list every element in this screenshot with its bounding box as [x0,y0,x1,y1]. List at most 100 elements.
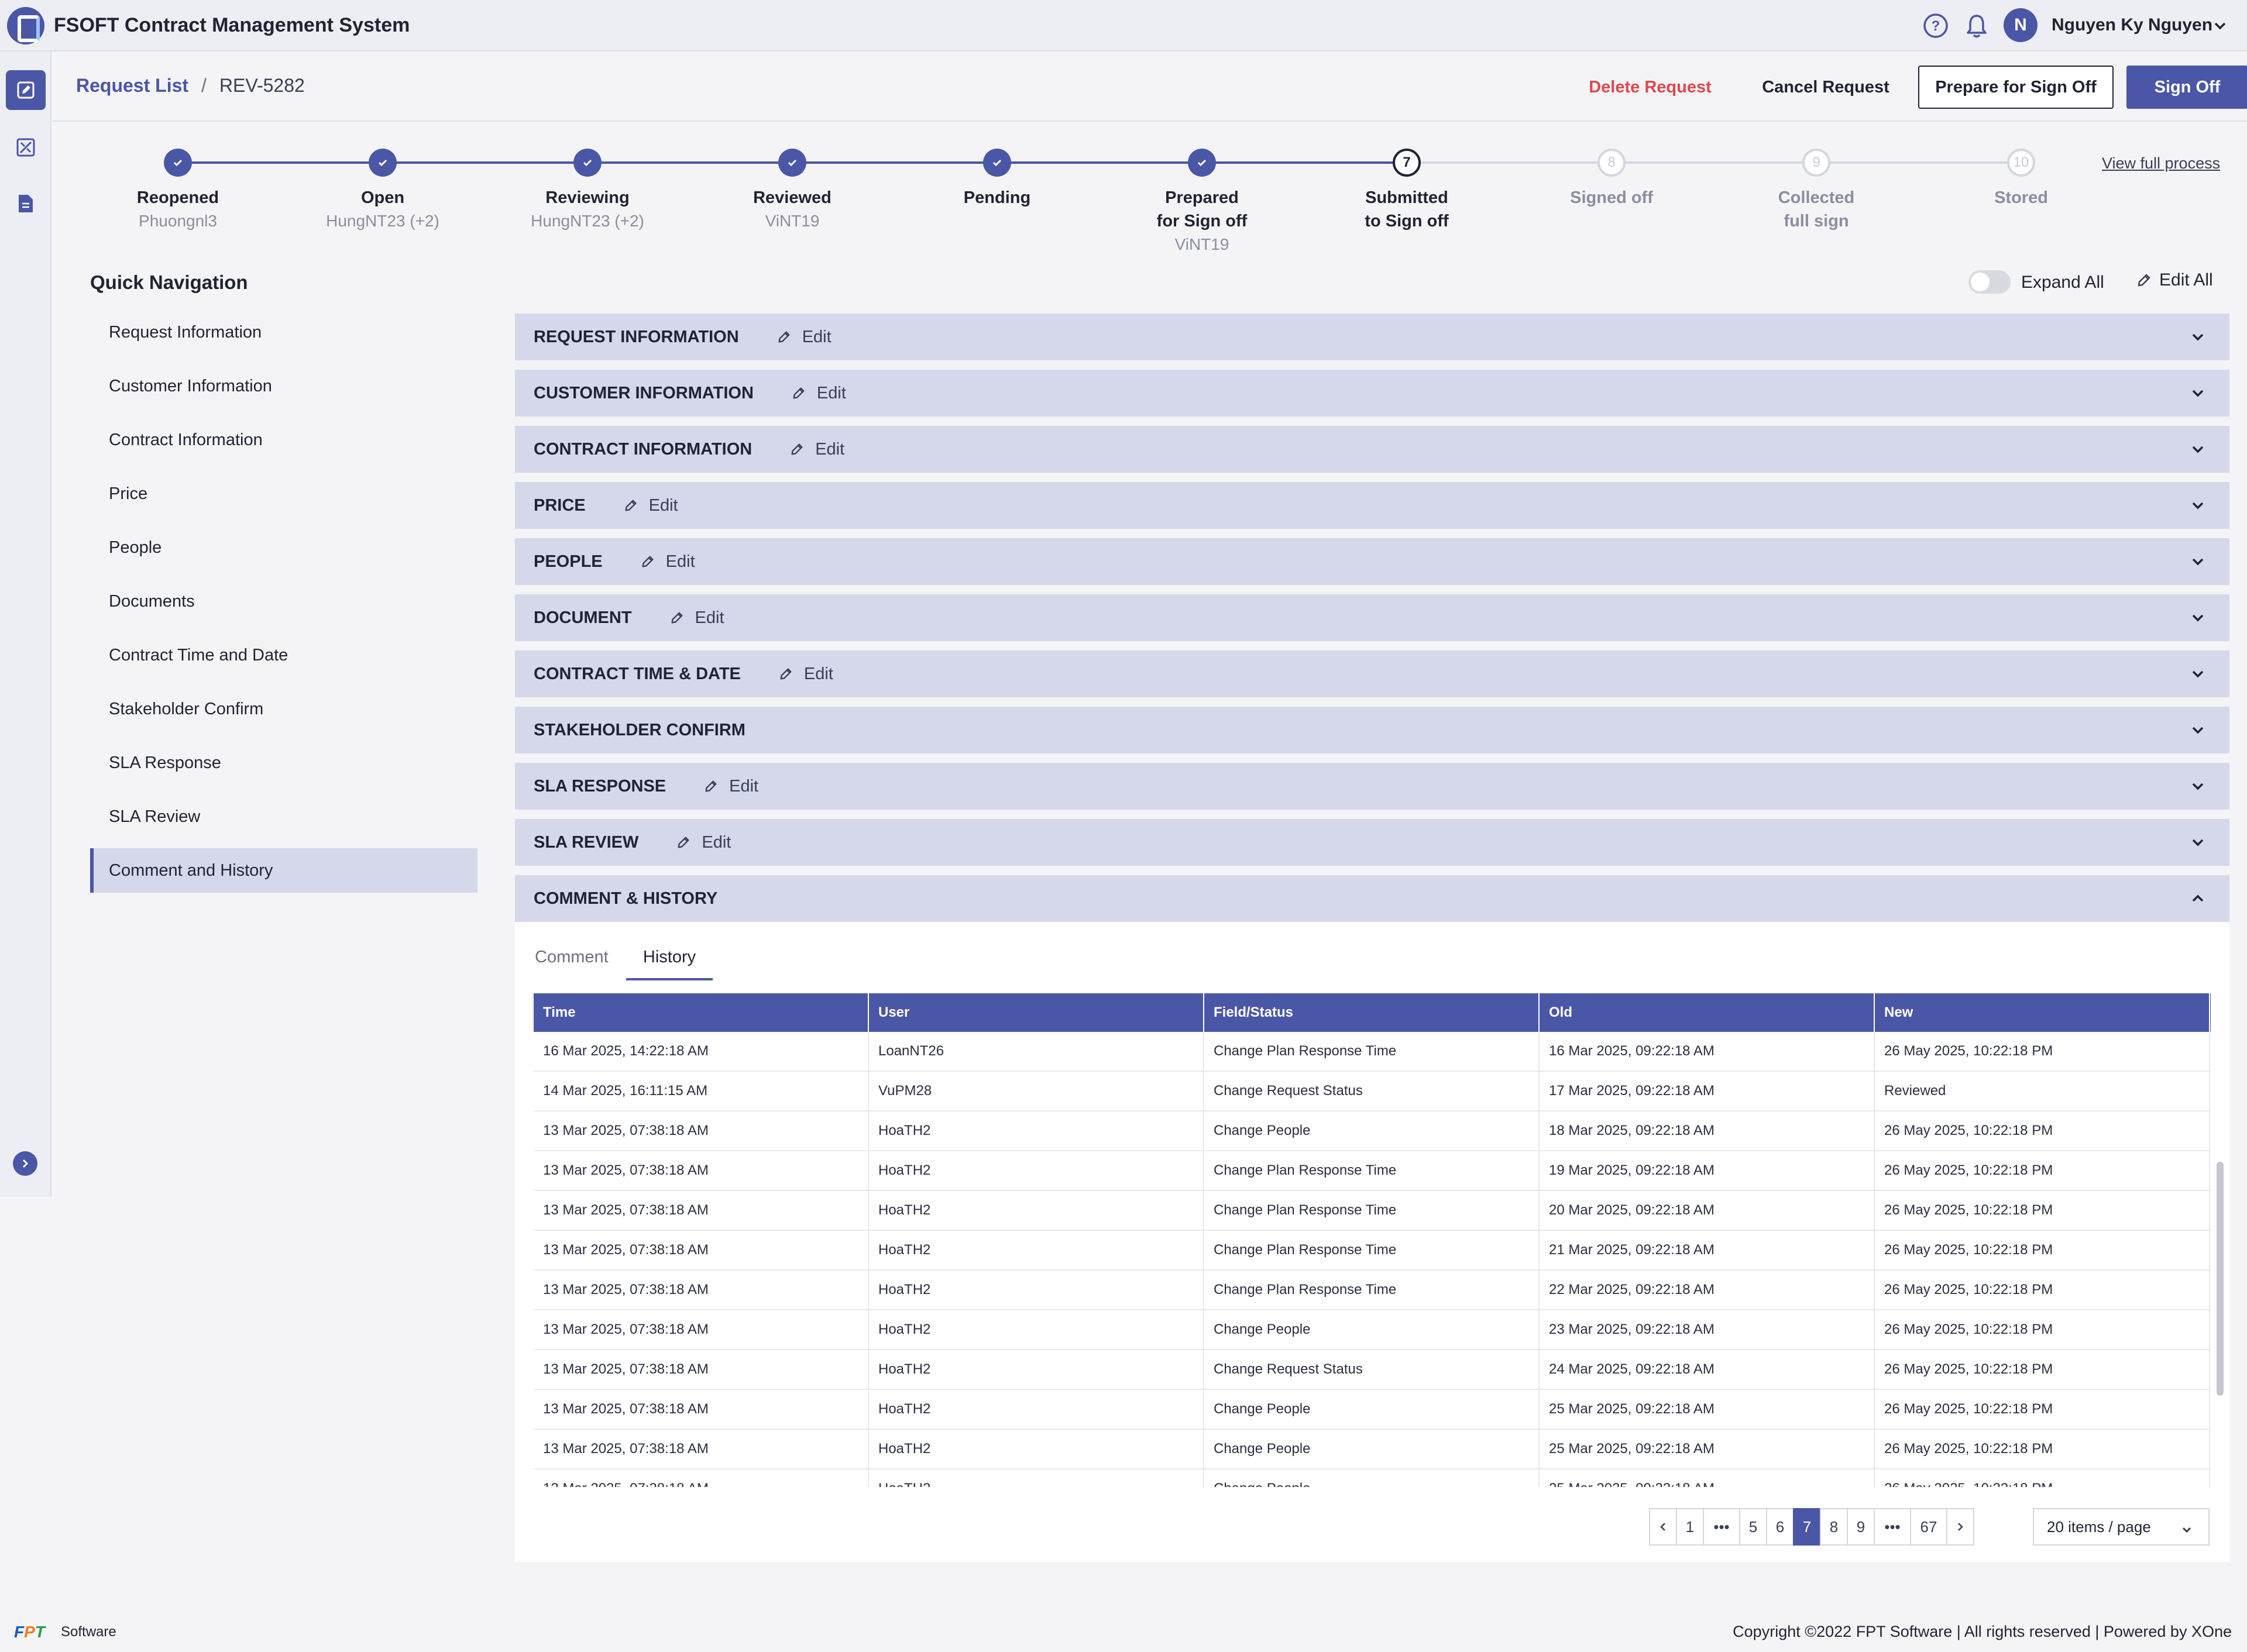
page-button[interactable]: 9 [1847,1508,1875,1546]
quick-nav-item[interactable]: SLA Review [90,794,477,839]
chevron-down-icon[interactable] [2190,722,2206,741]
table-row[interactable]: 13 Mar 2025, 07:38:18 AM HoaTH2 Change Pla… [534,1151,2211,1191]
table-row[interactable]: 13 Mar 2025, 07:38:18 AM HoaTH2 Change Pla… [534,1271,2211,1310]
quick-nav-item[interactable]: Customer Information [90,364,477,408]
column-header[interactable]: Time [534,993,869,1032]
section-edit-button[interactable]: Edit [789,440,844,459]
step-label: Signed off [1570,188,1653,207]
chevron-down-icon[interactable] [2190,385,2206,404]
table-cell: 19 Mar 2025, 09:22:18 AM [1540,1151,1875,1190]
page-ellipsis[interactable]: ••• [1703,1508,1740,1546]
contract-edit-icon[interactable] [6,70,46,110]
chevron-down-icon[interactable] [2212,18,2228,37]
prev-page-icon[interactable] [1649,1508,1677,1546]
comment-history-section-header[interactable]: COMMENT & HISTORY [515,875,2229,922]
section-header[interactable]: PEOPLE Edit [515,538,2229,585]
chevron-down-icon[interactable] [2190,834,2206,853]
breadcrumb-request-list[interactable]: Request List [76,75,188,96]
table-scrollbar[interactable] [2217,1162,2224,1652]
quick-nav-item[interactable]: Price [90,471,477,516]
chevron-down-icon[interactable] [2190,329,2206,348]
chevron-down-icon[interactable] [2190,497,2206,517]
table-row[interactable]: 13 Mar 2025, 07:38:18 AM HoaTH2 Change Pla… [534,1231,2211,1271]
quick-nav-item[interactable]: Stakeholder Confirm [90,687,477,731]
table-row[interactable]: 13 Mar 2025, 07:38:18 AMHoaTH2Change Peo… [534,1111,2211,1151]
page-button[interactable]: 6 [1766,1508,1794,1546]
table-cell: 26 May 2025, 10:22:18 PM [1875,1032,2210,1071]
page-button[interactable]: 7 [1793,1508,1821,1546]
chevron-down-icon[interactable] [2190,666,2206,685]
table-header: Time User Field/Status Old New [534,993,2211,1032]
table-row[interactable]: 13 Mar 2025, 07:38:18 AMHoaTH2Change Peo… [534,1469,2211,1487]
table-cell: 13 Mar 2025, 07:38:18 AM [534,1111,869,1150]
quick-nav-item[interactable]: Documents [90,579,477,624]
section-edit-button[interactable]: Edit [777,328,832,347]
document-icon[interactable] [6,184,46,223]
column-header[interactable]: User [869,993,1204,1032]
table-row[interactable]: 14 Mar 2025, 16:11:15 AM VuPM28 Change Req… [534,1072,2211,1111]
expand-all-toggle[interactable] [1968,270,2011,294]
app-logo-icon[interactable] [7,7,44,44]
section-edit-button[interactable]: Edit [703,777,758,796]
quick-nav-item[interactable]: Contract Time and Date [90,633,477,677]
table-row[interactable]: 13 Mar 2025, 07:38:18 AM HoaTH2 Change Pla… [534,1191,2211,1231]
table-cell: 13 Mar 2025, 07:38:18 AM [534,1151,869,1190]
help-icon[interactable]: ? [1923,13,1949,39]
section-edit-button[interactable]: Edit [669,608,724,628]
section-header[interactable]: PRICE Edit [515,482,2229,529]
cancel-request-button[interactable]: Cancel Request [1750,66,1902,109]
prepare-sign-off-button[interactable]: Prepare for Sign Off [1918,66,2114,109]
table-row[interactable]: 13 Mar 2025, 07:38:18 AMHoaTH2Change Peo… [534,1310,2211,1350]
section-edit-button[interactable]: Edit [791,384,846,403]
column-header[interactable]: New [1875,993,2210,1032]
section-edit-button[interactable]: Edit [676,833,731,852]
avatar[interactable]: N [2004,8,2038,42]
expand-sidebar-icon[interactable] [13,1151,37,1176]
section-header[interactable]: CONTRACT INFORMATION Edit [515,426,2229,473]
section-edit-button[interactable]: Edit [623,496,678,515]
section-header[interactable]: CUSTOMER INFORMATION Edit [515,370,2229,417]
user-name[interactable]: Nguyen Ky Nguyen [2052,15,2212,35]
section-header[interactable]: REQUEST INFORMATION Edit [515,314,2229,360]
chevron-down-icon [2180,1522,2193,1540]
table-row[interactable]: 13 Mar 2025, 07:38:18 AM HoaTH2 Change Req… [534,1350,2211,1390]
page-button[interactable]: 5 [1739,1508,1767,1546]
table-row[interactable]: 16 Mar 2025, 14:22:18 AM LoanNT26 Change P… [534,1032,2211,1072]
scrollbar-thumb[interactable] [2217,1162,2224,1396]
next-page-icon[interactable] [1946,1508,1974,1546]
quick-nav-item[interactable]: Comment and History [90,848,477,893]
page-button[interactable]: 67 [1910,1508,1947,1546]
section-header[interactable]: SLA RESPONSE Edit [515,763,2229,810]
bell-icon[interactable] [1964,13,1990,39]
chevron-up-icon[interactable] [2190,890,2206,910]
chevron-down-icon[interactable] [2190,441,2206,460]
column-header[interactable]: Field/Status [1204,993,1540,1032]
quick-nav-item[interactable]: Request Information [90,310,477,355]
quick-nav-item[interactable]: SLA Response [90,741,477,785]
section-header[interactable]: CONTRACT TIME & DATE Edit [515,651,2229,697]
page-size-select[interactable]: 20 items / page [2033,1508,2210,1546]
section-edit-button[interactable]: Edit [778,665,833,684]
page-ellipsis[interactable]: ••• [1874,1508,1911,1546]
section-header[interactable]: DOCUMENT Edit [515,594,2229,641]
tab-comment[interactable]: Comment [535,948,611,980]
quick-nav-item[interactable]: Contract Information [90,418,477,462]
tab-history[interactable]: History [626,948,713,980]
section-header[interactable]: STAKEHOLDER CONFIRM [515,707,2229,753]
column-header[interactable]: Old [1540,993,1875,1032]
page-button[interactable]: 1 [1676,1508,1704,1546]
edit-all-button[interactable]: Edit All [2136,270,2213,290]
chevron-down-icon[interactable] [2190,553,2206,573]
table-row[interactable]: 13 Mar 2025, 07:38:18 AMHoaTH2Change Peo… [534,1430,2211,1469]
chevron-down-icon[interactable] [2190,610,2206,629]
table-row[interactable]: 13 Mar 2025, 07:38:18 AMHoaTH2Change Peo… [534,1390,2211,1430]
view-full-process-link[interactable]: View full process [2102,154,2220,173]
page-button[interactable]: 8 [1820,1508,1848,1546]
section-header[interactable]: SLA REVIEW Edit [515,819,2229,866]
sign-off-button[interactable]: Sign Off [2126,66,2247,109]
section-edit-button[interactable]: Edit [640,552,695,572]
delete-request-button[interactable]: Delete Request [1574,66,1726,109]
chevron-down-icon[interactable] [2190,778,2206,797]
quick-nav-item[interactable]: People [90,525,477,570]
tools-icon[interactable] [6,128,46,167]
